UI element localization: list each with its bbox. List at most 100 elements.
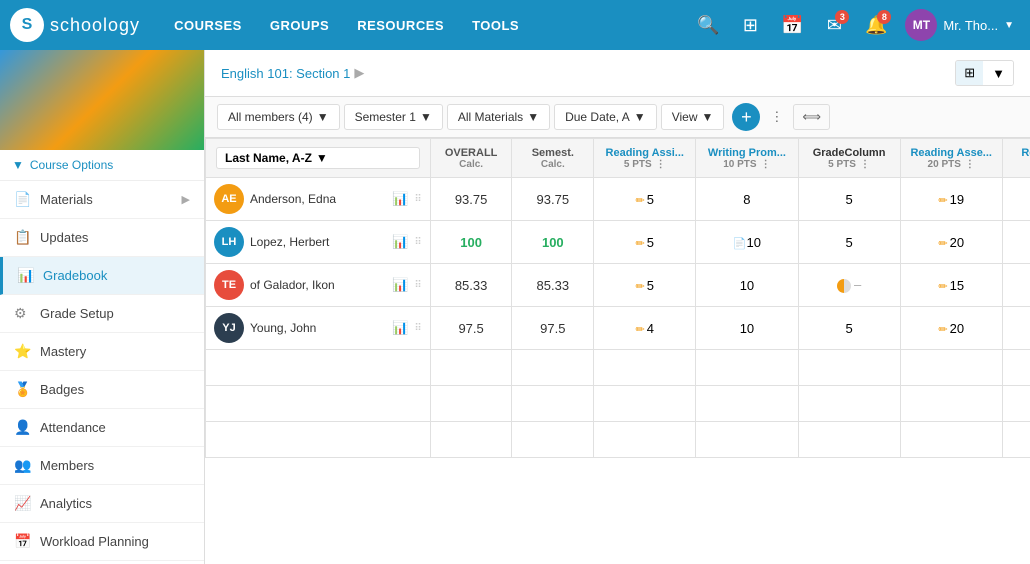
sidebar-item-members[interactable]: 👥 Members (0, 447, 204, 485)
sidebar-item-updates[interactable]: 📋 Updates (0, 219, 204, 257)
grade-cell[interactable]: ✏20 (900, 221, 1002, 264)
messages-button[interactable]: ✉ 3 (815, 6, 853, 44)
sidebar-item-badges[interactable]: 🏅 Badges (0, 371, 204, 409)
student-name: Anderson, Edna (250, 192, 386, 206)
nav-resources[interactable]: RESOURCES (343, 0, 458, 50)
sidebar-item-mastery[interactable]: ⭐ Mastery (0, 333, 204, 371)
table-row: AE Anderson, Edna 📊 ⠿ 93.7593.75✏585✏19✏… (206, 178, 1030, 221)
grade-cell[interactable]: 10 (696, 264, 798, 307)
chevron-down-icon: ▼ (420, 110, 432, 124)
sort-button[interactable]: Last Name, A-Z ▼ (216, 147, 420, 169)
student-column-header: Last Name, A-Z ▼ (206, 139, 431, 178)
student-name: Young, John (250, 321, 386, 335)
semester-filter[interactable]: Semester 1 ▼ (344, 104, 443, 130)
semester-grade: 93.75 (512, 178, 594, 221)
chevron-down-icon[interactable]: ▼ (984, 62, 1013, 85)
pencil-icon: ✏ (636, 195, 645, 207)
main-content: English 101: Section 1 ▶ ⊞ ▼ All members… (205, 50, 1030, 564)
grade-cell[interactable]: ✏20 (900, 307, 1002, 350)
grade-cell[interactable]: 8 (696, 178, 798, 221)
reading-q-link[interactable]: Reading Q... (1009, 147, 1030, 159)
members-icon: 👥 (14, 457, 32, 474)
grade-cell[interactable]: ✏4 (594, 307, 696, 350)
grade-setup-icon: ⚙ (14, 305, 32, 322)
pencil-icon: ✏ (938, 324, 947, 336)
grade-cell[interactable]: – (798, 264, 900, 307)
overall-grade: 100 (430, 221, 512, 264)
mastery-icon: ⭐ (14, 343, 32, 360)
grade-cell[interactable]: ✏20 (1002, 221, 1030, 264)
materials-filter[interactable]: All Materials ▼ (447, 104, 550, 130)
more-options-icon[interactable]: ⋮ (761, 159, 771, 170)
grade-cell[interactable]: ✏19 (900, 178, 1002, 221)
reading-assign-link[interactable]: Reading Assi... (600, 147, 689, 159)
grade-cell[interactable]: ✏5 (594, 178, 696, 221)
grade-cell[interactable]: ✏15 (1002, 264, 1030, 307)
sidebar-item-workload-planning[interactable]: 📅 Workload Planning (0, 523, 204, 561)
reading-assign-header: Reading Assi... 5 PTS ⋮ (594, 139, 696, 178)
grade-cell[interactable]: ✏5 (594, 221, 696, 264)
calendar-button[interactable]: 📅 (773, 6, 811, 44)
course-options-label: Course Options (30, 158, 113, 172)
due-date-filter[interactable]: Due Date, A ▼ (554, 104, 657, 130)
sidebar-item-label: Attendance (40, 420, 106, 435)
nav-courses[interactable]: COURSES (160, 0, 256, 50)
grade-cell[interactable]: 📄10 (696, 221, 798, 264)
apps-button[interactable]: ⊞ (731, 6, 769, 44)
chevron-down-icon: ▼ (1004, 20, 1014, 31)
grade-cell[interactable]: 5 (798, 307, 900, 350)
chart-mini-icon: 📊 (392, 320, 408, 336)
semester-grade: 100 (512, 221, 594, 264)
chart-mini-icon: 📊 (392, 234, 408, 250)
sidebar-item-materials[interactable]: 📄 Materials ▶ (0, 181, 204, 219)
grade-cell[interactable]: 5 (798, 178, 900, 221)
writing-prom-header: Writing Prom... 10 PTS ⋮ (696, 139, 798, 178)
grade-cell[interactable]: 10 (696, 307, 798, 350)
sidebar-item-gradebook[interactable]: 📊 Gradebook (0, 257, 204, 295)
chevron-down-icon: ▼ (701, 110, 713, 124)
grade-cell[interactable]: ✏20 (1002, 307, 1030, 350)
updates-icon: 📋 (14, 229, 32, 246)
semester-grade: 97.5 (512, 307, 594, 350)
alerts-button[interactable]: 🔔 8 (857, 6, 895, 44)
writing-prom-link[interactable]: Writing Prom... (702, 147, 791, 159)
avatar: LH (214, 227, 244, 257)
nav-tools[interactable]: TOOLS (458, 0, 533, 50)
more-options-icon[interactable]: ⋮ (965, 159, 975, 170)
sidebar-item-label: Updates (40, 230, 88, 245)
view-toggle: ⊞ ▼ (955, 60, 1014, 86)
grade-cell[interactable]: ✏15 (900, 264, 1002, 307)
overall-sub: Calc. (437, 159, 506, 170)
members-filter[interactable]: All members (4) ▼ (217, 104, 340, 130)
logo-text: schoology (50, 15, 140, 36)
grade-cell[interactable]: ✏5 (594, 264, 696, 307)
more-options-icon[interactable]: ⋮ (860, 159, 870, 170)
grade-cell[interactable]: ✏19 (1002, 178, 1030, 221)
arrow-icon: ▶ (182, 193, 190, 206)
logo[interactable]: S schoology (10, 8, 140, 42)
more-options-button[interactable]: ⋮ (764, 105, 789, 129)
more-options-icon[interactable]: ⋮ (656, 159, 666, 170)
pencil-icon: ✏ (636, 238, 645, 250)
sidebar-item-attendance[interactable]: 👤 Attendance (0, 409, 204, 447)
nav-groups[interactable]: GROUPS (256, 0, 343, 50)
user-menu[interactable]: MT Mr. Tho... ▼ (899, 9, 1020, 41)
sidebar-item-analytics[interactable]: 📈 Analytics (0, 485, 204, 523)
grade-column-header: GradeColumn 5 PTS ⋮ (798, 139, 900, 178)
grade-cell[interactable]: 5 (798, 221, 900, 264)
overall-label: OVERALL (437, 147, 506, 159)
sidebar-item-grade-setup[interactable]: ⚙ Grade Setup (0, 295, 204, 333)
course-options-header[interactable]: ▼ Course Options (0, 150, 204, 181)
grid-view-button[interactable]: ⊞ (956, 61, 983, 85)
expand-columns-button[interactable]: ⟺ (793, 104, 830, 130)
student-name: of Galador, Ikon (250, 278, 386, 292)
breadcrumb-link[interactable]: English 101: Section 1 (221, 66, 350, 81)
avatar: TE (214, 270, 244, 300)
reading-asse-link[interactable]: Reading Asse... (907, 147, 996, 159)
chevron-down-icon: ▼ (634, 110, 646, 124)
add-column-button[interactable]: + (732, 103, 760, 131)
semester-grade: 85.33 (512, 264, 594, 307)
overall-grade: 85.33 (430, 264, 512, 307)
search-button[interactable]: 🔍 (689, 6, 727, 44)
view-filter[interactable]: View ▼ (661, 104, 725, 130)
